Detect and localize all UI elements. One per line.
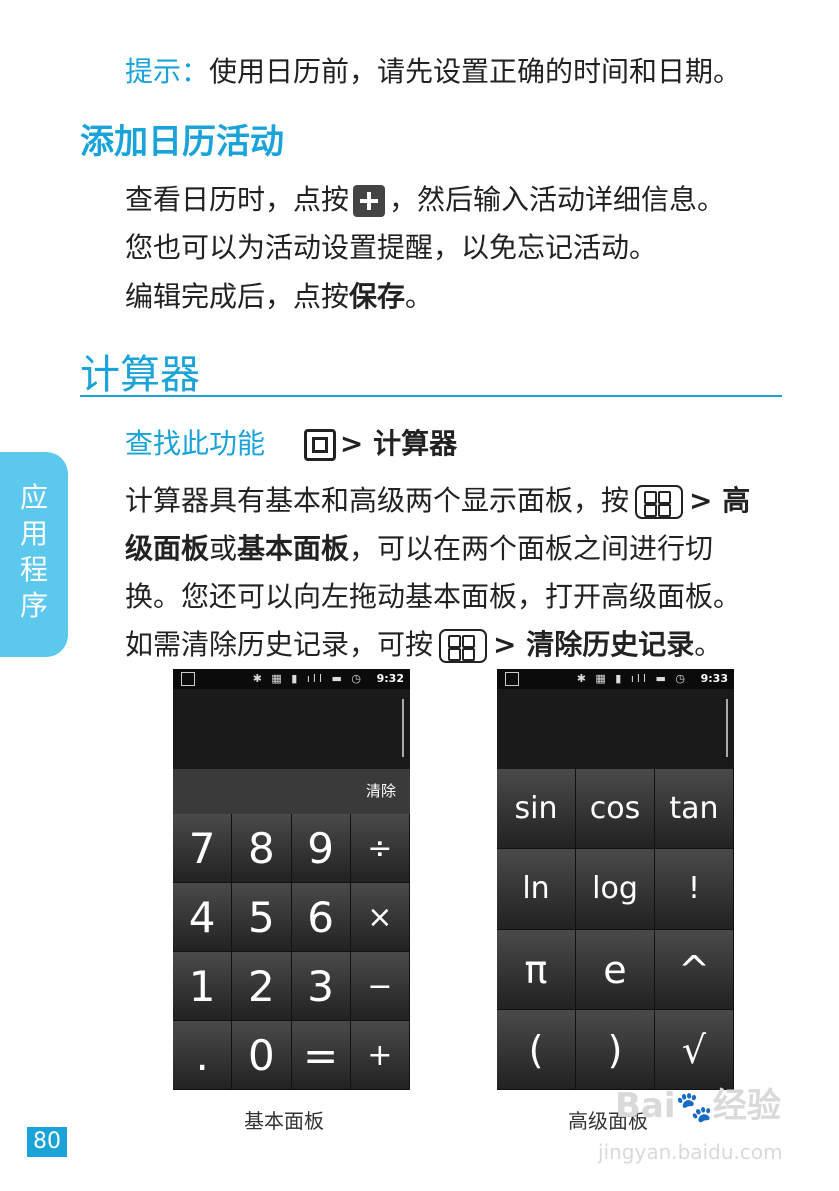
calc-display [173,689,410,769]
tip-text: 使用日历前，请先设置正确的时间和日期。 [209,55,742,88]
add-event-text-b: ，然后输入活动详细信息。 [389,183,726,216]
calc-line3: 换。您还可以向左拖动基本面板，打开高级面板。 [125,580,742,613]
calc-key[interactable]: cos [576,769,655,850]
tip-label: 提示： [125,55,210,88]
calc-display [497,689,734,769]
calc-key[interactable]: e [576,929,655,1010]
calc-key[interactable]: 5 [232,883,292,952]
calc-key[interactable]: 7 [173,814,233,883]
clear-row: 清除 [173,769,410,814]
clear-button[interactable]: 清除 [352,769,410,814]
chapter-side-tab: 应 用 程 序 [0,452,68,657]
basic-panel-screenshot: ✱ ▦ ▮ ıll ▬ ◷ 9:32 清除 7 8 9 ÷ 4 5 6 × 1 2 3−. 0 = + [173,669,410,1090]
calc-line2-rest: ，可以在两个面板之间进行切 [349,532,714,565]
watermark-url: jingyan.baidu.com [598,1140,783,1164]
status-time: 9:33 [700,672,728,685]
basic-panel-caption: 基本面板 [244,1109,324,1133]
status-bar: ✱ ▦ ▮ ıll ▬ ◷ 9:32 [173,669,410,689]
calc-key[interactable]: log [576,849,655,930]
find-feature-line: 查找此功能 > 计算器 [125,420,457,468]
find-feature-path: > 计算器 [339,427,458,460]
calc-key[interactable]: 0 [232,1021,292,1090]
calc-line4-a: 如需清除历史记录，可按 [125,628,434,661]
calculator-description: 计算器具有基本和高级两个显示面板，按 > 高 级面板或基本面板，可以在两个面板之间… [125,477,790,669]
calc-line1-a: 计算器具有基本和高级两个显示面板，按 [125,484,630,517]
calc-key[interactable]: . [173,1021,233,1090]
section-heading-add-event: 添加日历活动 [80,122,284,162]
page-number: 80 [27,1127,67,1157]
calc-line2-bold1: 级面板 [125,532,210,565]
add-event-para1: 查看日历时，点按 ，然后输入活动详细信息。 您也可以为活动设置提醒，以免忘记活动。 [125,176,725,272]
calc-key[interactable]: − [350,952,410,1021]
calc-line4-bold: > 清除历史记录 [493,628,695,661]
calc-key[interactable]: sin [497,769,576,850]
add-event-para2: 编辑完成后，点按保存。 [125,273,433,321]
calc-line2-bold2: 基本面板 [237,532,350,565]
text-cursor [402,699,404,757]
calc-line2-mid: 或 [209,532,238,565]
save-text-bold: 保存 [349,280,406,313]
section-divider [80,395,782,397]
calc-key[interactable]: + [350,1021,410,1090]
tip-line: 提示：使用日历前，请先设置正确的时间和日期。 [125,48,741,96]
calc-key[interactable]: ! [655,849,734,930]
status-bar: ✱ ▦ ▮ ıll ▬ ◷ 9:33 [497,669,734,689]
calc-key[interactable]: 4 [173,883,233,952]
calc-key[interactable]: = [291,1021,351,1090]
calc-key[interactable]: 8 [232,814,292,883]
side-tab-char: 用 [19,517,48,550]
watermark-logo: Bai🐾经验 [615,1086,781,1126]
status-icons: ✱ ▦ ▮ ıll ▬ ◷ [576,672,688,685]
calc-key[interactable]: ln [497,849,576,930]
plus-icon [353,185,386,217]
find-feature-label: 查找此功能 [125,427,266,460]
calc-key[interactable]: ^ [655,929,734,1010]
calc-key[interactable]: × [350,883,410,952]
calc-key[interactable]: 9 [291,814,351,883]
side-tab-char: 应 [19,481,48,514]
status-icons: ✱ ▦ ▮ ıll ▬ ◷ [252,672,364,685]
usb-icon [181,672,195,686]
usb-icon [505,672,519,686]
calc-key[interactable]: π [497,929,576,1010]
home-key-icon [303,429,336,461]
calc-line4-b: 。 [694,628,723,661]
watermark-brand2: 经验 [712,1086,781,1126]
watermark-brand: Bai [615,1086,676,1126]
calc-key[interactable]: 2 [232,952,292,1021]
add-event-text-a: 查看日历时，点按 [125,183,350,216]
calc-key[interactable]: ( [497,1009,576,1090]
section-heading-calculator: 计算器 [80,352,200,398]
add-event-text-line2: 您也可以为活动设置提醒，以免忘记活动。 [125,231,658,264]
calc-line1-b: > 高 [689,484,751,517]
advanced-panel-screenshot: ✱ ▦ ▮ ıll ▬ ◷ 9:33 sin cos tan ln log! π e ^() √ [497,669,734,1090]
save-text-a: 编辑完成后，点按 [125,280,350,313]
menu-key-icon [439,629,488,663]
menu-key-icon [635,485,684,519]
side-tab-char: 程 [19,553,48,586]
text-cursor [726,699,728,757]
calc-key[interactable]: 6 [291,883,351,952]
side-tab-char: 序 [19,589,48,622]
calc-key[interactable]: 3 [291,952,351,1021]
status-time: 9:32 [376,672,404,685]
calc-key[interactable]: 1 [173,952,233,1021]
calc-key[interactable]: ÷ [350,814,410,883]
calc-key[interactable]: tan [655,769,734,850]
save-text-b: 。 [405,280,434,313]
